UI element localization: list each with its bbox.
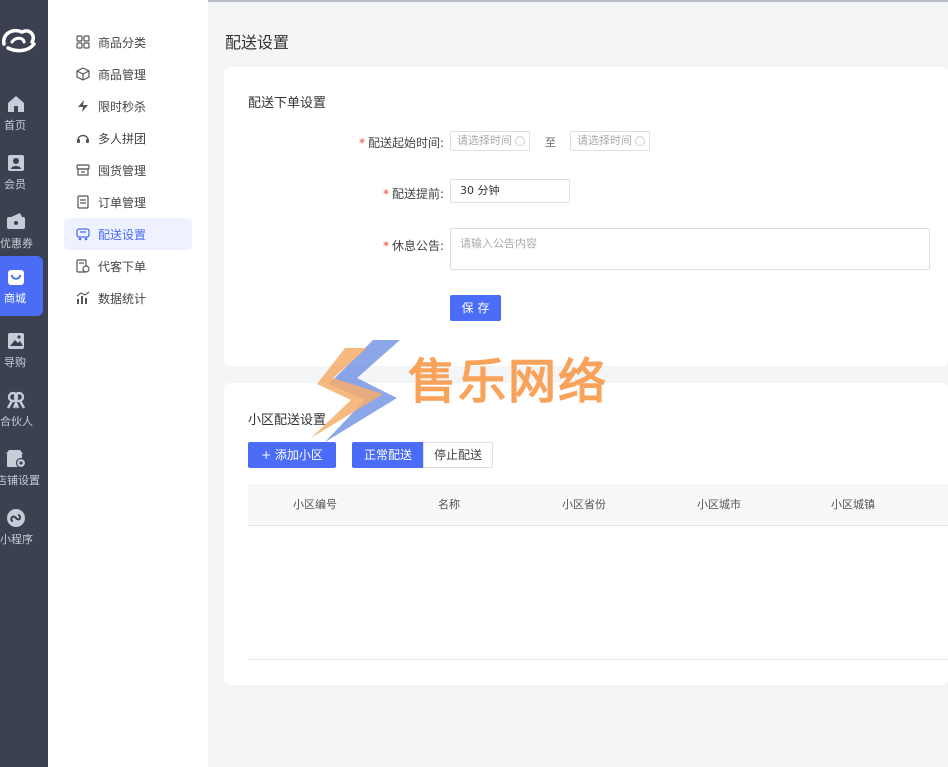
required-mark: * (358, 136, 365, 150)
cube-icon (76, 67, 90, 81)
end-time-placeholder: 请选择时间 (577, 134, 632, 147)
rail-item-label: 首页 (4, 119, 26, 132)
submenu-item-label: 多人拼团 (98, 131, 147, 146)
clock-icon (515, 136, 525, 146)
proxy-order-icon (76, 259, 90, 273)
start-time-placeholder: 请选择时间 (457, 134, 512, 147)
rail-item-guide[interactable]: 导购 (0, 324, 48, 382)
submenu-item-products[interactable]: 商品管理 (64, 58, 192, 90)
submenu-item-delivery-settings[interactable]: 配送设置 (64, 218, 192, 250)
rail-item-label: 合伙人 (0, 415, 33, 428)
primary-sidebar: 首页 会员 优惠券 商城 导购 合伙人 店铺设置 小程序 (0, 0, 48, 767)
rail-item-label: 小程序 (0, 533, 33, 546)
submenu-item-label: 商品分类 (98, 35, 147, 50)
storage-icon (76, 164, 90, 176)
coupon-icon (7, 213, 25, 229)
watermark-text: 售乐网络 (408, 354, 609, 410)
column-header[interactable]: 小区编号 (293, 484, 337, 526)
required-mark: * (382, 239, 389, 253)
lightning-icon (78, 100, 88, 112)
member-card-icon (8, 155, 24, 171)
chart-icon (76, 291, 90, 304)
submenu-item-category[interactable]: 商品分类 (64, 26, 192, 58)
table-bottom-border (248, 659, 948, 660)
notice-textarea[interactable]: 请输入公告内容 (450, 228, 930, 270)
page-title: 配送设置 (225, 33, 290, 52)
submenu-item-label: 代客下单 (98, 259, 147, 274)
end-time-picker[interactable]: 请选择时间 (570, 131, 650, 151)
advance-label: * 配送提前: (382, 187, 444, 201)
column-header[interactable]: 小区城镇 (831, 484, 875, 526)
order-settings-card (224, 67, 948, 366)
rail-item-member[interactable]: 会员 (0, 146, 48, 204)
required-mark: * (382, 187, 389, 201)
column-header[interactable]: 小区省份 (562, 484, 606, 526)
rail-item-label: 导购 (4, 356, 26, 369)
rail-item-store-settings[interactable]: 店铺设置 (0, 442, 48, 500)
rail-item-mini-program[interactable]: 小程序 (0, 501, 48, 559)
submenu-item-label: 订单管理 (98, 195, 147, 210)
mini-program-icon (7, 509, 25, 527)
start-time-picker[interactable]: 请选择时间 (450, 131, 530, 151)
submenu-item-flash-sale[interactable]: 限时秒杀 (64, 90, 192, 122)
secondary-sidebar: 商品分类 商品管理 限时秒杀 多人拼团 囤货管理 订单管理 配送设置 代客下单 … (48, 0, 208, 767)
community-table-header: 小区编号 名称 小区省份 小区城市 小区城镇 (248, 484, 948, 526)
advance-time-input[interactable]: 30 分钟 (450, 179, 570, 203)
shopping-bag-icon (8, 270, 24, 285)
home-icon (8, 96, 24, 112)
grid-icon (76, 35, 90, 49)
image-icon (8, 333, 24, 349)
submenu-item-label: 囤货管理 (98, 163, 147, 178)
rail-item-mall[interactable]: 商城 (0, 256, 43, 316)
order-settings-title: 配送下单设置 (248, 96, 327, 111)
submenu-item-label: 配送设置 (98, 227, 147, 242)
notice-label: * 休息公告: (382, 239, 444, 253)
rail-item-label: 商城 (4, 292, 26, 305)
submenu-item-label: 限时秒杀 (98, 99, 147, 114)
start-time-label: * 配送起始时间: (358, 136, 444, 150)
submenu-item-label: 数据统计 (98, 291, 147, 306)
partner-icon (6, 391, 26, 409)
rail-item-partner[interactable]: 合伙人 (0, 383, 48, 441)
submenu-item-label: 商品管理 (98, 67, 147, 82)
delivery-icon (76, 228, 90, 241)
submenu-item-group-buy[interactable]: 多人拼团 (64, 122, 192, 154)
column-header[interactable]: 名称 (438, 484, 460, 526)
rail-item-home[interactable]: 首页 (0, 87, 48, 145)
to-separator: 至 (545, 136, 556, 149)
rail-item-label: 优惠券 (0, 237, 33, 250)
save-button[interactable]: 保 存 (450, 295, 501, 321)
rail-item-coupon[interactable]: 优惠券 (0, 205, 48, 263)
submenu-item-statistics[interactable]: 数据统计 (64, 282, 192, 314)
column-header[interactable]: 小区城市 (697, 484, 741, 526)
submenu-item-proxy-order[interactable]: 代客下单 (64, 250, 192, 282)
clock-icon (635, 136, 645, 146)
logo-icon (2, 29, 36, 53)
submenu-item-orders[interactable]: 订单管理 (64, 186, 192, 218)
headset-icon (77, 134, 89, 143)
rail-item-label: 店铺设置 (0, 474, 40, 487)
store-settings-icon (6, 450, 27, 469)
submenu-item-stock[interactable]: 囤货管理 (64, 154, 192, 186)
rail-item-label: 会员 (4, 178, 26, 191)
order-icon (77, 195, 89, 209)
